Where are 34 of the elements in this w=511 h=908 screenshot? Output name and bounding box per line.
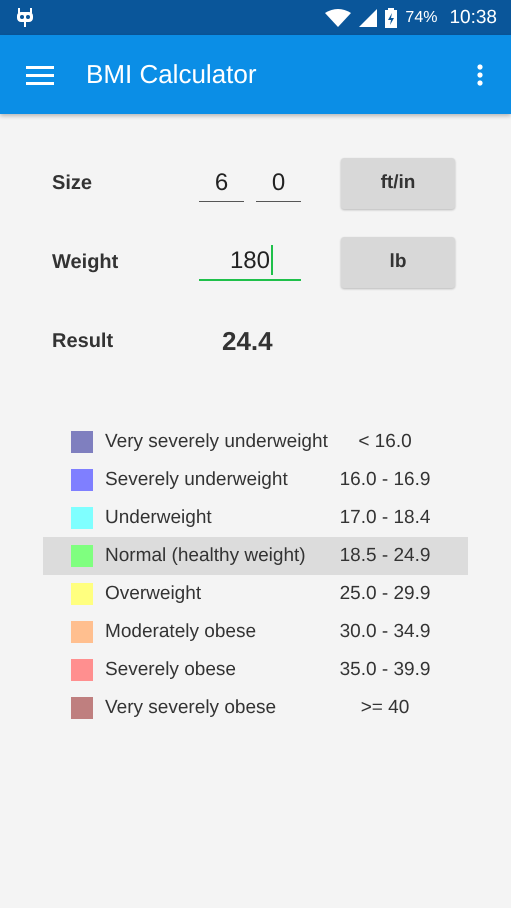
category-name: Overweight bbox=[105, 583, 202, 605]
clock-time: 10:38 bbox=[449, 6, 497, 28]
field-label: Size bbox=[52, 172, 94, 194]
category-name: Severely obese bbox=[105, 659, 237, 681]
bmi-range: >= 40 bbox=[360, 697, 410, 719]
bmi-range: 25.0 - 29.9 bbox=[338, 583, 432, 605]
category-name: Very severely obese bbox=[105, 697, 278, 719]
input-field[interactable]: 6 bbox=[199, 164, 244, 202]
bmi-range: < 16.0 bbox=[357, 431, 413, 453]
field-label: Weight bbox=[52, 250, 120, 274]
bmi-range: 18.5 - 24.9 bbox=[338, 545, 432, 567]
more-options-icon[interactable] bbox=[477, 64, 483, 86]
unit-button[interactable]: ft/in bbox=[341, 158, 455, 208]
bmi-range: 30.0 - 34.9 bbox=[338, 621, 432, 643]
category-name: Very severely underweight bbox=[105, 431, 329, 453]
battery-percent: 74% bbox=[405, 8, 438, 26]
category-name: Underweight bbox=[105, 507, 213, 529]
robot-icon bbox=[16, 8, 34, 28]
menu-icon[interactable] bbox=[26, 64, 54, 84]
field-label: Result bbox=[52, 330, 114, 352]
bmi-range: 16.0 - 16.9 bbox=[338, 469, 432, 491]
wifi-icon bbox=[325, 8, 352, 26]
unit-button[interactable]: lb bbox=[341, 236, 455, 288]
signal-icon bbox=[359, 8, 378, 26]
bmi-range: 17.0 - 18.4 bbox=[338, 507, 432, 529]
bmi-result: 24.4 bbox=[222, 326, 273, 356]
category-name: Severely underweight bbox=[105, 469, 289, 491]
category-name: Normal (healthy weight) bbox=[105, 545, 307, 567]
battery-icon bbox=[385, 8, 398, 28]
app-title: BMI Calculator bbox=[86, 59, 256, 90]
input-field[interactable]: 0 bbox=[256, 164, 301, 202]
category-name: Moderately obese bbox=[105, 621, 258, 643]
bmi-range: 35.0 - 39.9 bbox=[338, 659, 432, 681]
input-field[interactable]: 180 bbox=[199, 243, 301, 281]
